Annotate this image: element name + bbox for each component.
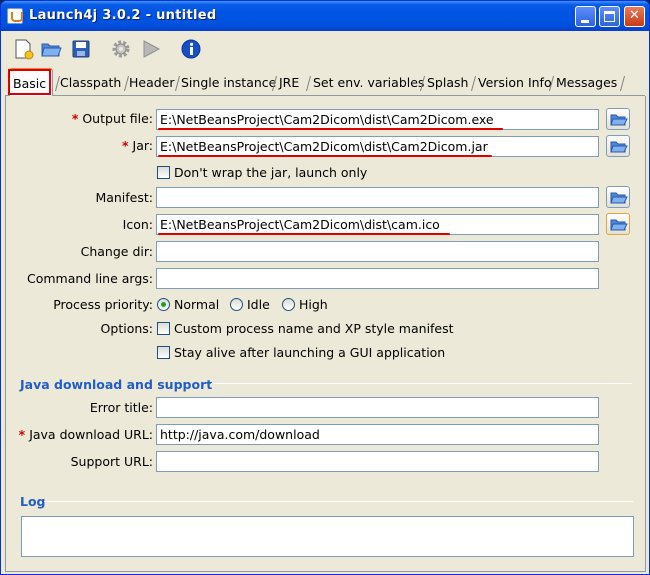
maximize-button[interactable] (599, 6, 620, 27)
settings-gear-icon (112, 40, 130, 58)
priority-normal-label: Normal (174, 297, 220, 312)
manifest-browse-button[interactable] (606, 186, 630, 208)
about-button[interactable] (180, 38, 202, 60)
open-folder-icon (610, 141, 628, 153)
manifest-input[interactable] (156, 187, 599, 208)
basic-panel: * Output file: E:\NetBeansProject\Cam2Di… (5, 96, 646, 572)
section-divider (211, 383, 632, 384)
open-config-button[interactable] (40, 38, 62, 60)
output-file-label: * Output file: (71, 111, 153, 126)
toolbar (1, 32, 649, 64)
manifest-label: Manifest: (95, 190, 153, 205)
test-wrapper-button[interactable] (140, 38, 162, 60)
section-divider (44, 501, 633, 502)
title-bar[interactable]: Launch4j 3.0.2 - untitled ✕ (1, 1, 649, 31)
tab-set-env-variables[interactable]: Set env. variables (310, 71, 427, 95)
tab-separator (619, 76, 626, 91)
change-dir-label: Change dir: (80, 244, 153, 259)
priority-idle-radio[interactable] (230, 298, 243, 311)
tab-splash[interactable]: Splash (424, 71, 471, 95)
tab-single-instance[interactable]: Single instance (178, 71, 279, 95)
highlight-box (8, 69, 51, 95)
open-folder-icon (610, 192, 628, 204)
log-section-title: Log (20, 494, 46, 509)
open-folder-icon (610, 219, 628, 231)
launch4j-window: Launch4j 3.0.2 - untitled ✕ Basic Classp… (0, 0, 650, 575)
close-button[interactable]: ✕ (624, 6, 645, 27)
options-label: Options: (100, 321, 153, 336)
priority-high-radio[interactable] (282, 298, 295, 311)
custom-process-label: Custom process name and XP style manifes… (174, 321, 454, 336)
save-icon (72, 40, 90, 58)
tab-jre[interactable]: JRE (276, 71, 302, 95)
tab-messages[interactable]: Messages (553, 71, 620, 95)
run-play-icon (143, 40, 161, 58)
priority-normal-radio[interactable] (157, 298, 170, 311)
stay-alive-label: Stay alive after launching a GUI applica… (174, 345, 446, 360)
stay-alive-checkbox[interactable] (157, 346, 170, 359)
new-file-icon (15, 39, 34, 60)
java-download-url-input[interactable]: http://java.com/download (156, 424, 599, 445)
cmd-args-label: Command line args: (27, 271, 153, 286)
output-file-browse-button[interactable] (606, 108, 630, 130)
tab-header[interactable]: Header (126, 71, 178, 95)
build-wrapper-button[interactable] (110, 38, 132, 60)
output-file-input[interactable]: E:\NetBeansProject\Cam2Dicom\dist\Cam2Di… (156, 109, 599, 130)
cmd-args-input[interactable] (156, 268, 599, 289)
minimize-button[interactable] (575, 6, 596, 27)
priority-idle-label: Idle (247, 297, 270, 312)
java-download-section-title: Java download and support (20, 377, 213, 392)
tab-classpath[interactable]: Classpath (57, 71, 124, 95)
red-underline (158, 233, 450, 235)
red-underline (158, 128, 503, 130)
support-url-label: Support URL: (70, 454, 153, 469)
open-folder-icon (41, 43, 62, 57)
icon-input[interactable]: E:\NetBeansProject\Cam2Dicom\dist\cam.ic… (156, 214, 599, 235)
jar-browse-button[interactable] (606, 135, 630, 157)
tab-strip: Basic Classpath Header Single instance J… (5, 68, 645, 97)
custom-process-checkbox[interactable] (157, 322, 170, 335)
minimize-icon (581, 20, 589, 23)
close-icon: ✕ (629, 8, 640, 23)
java-cup-icon (7, 8, 23, 24)
open-folder-icon (610, 114, 628, 126)
error-title-input[interactable] (156, 397, 599, 418)
tab-version-info[interactable]: Version Info (475, 71, 555, 95)
error-title-label: Error title: (89, 400, 153, 415)
jar-label: * Jar: (121, 138, 153, 153)
save-config-button[interactable] (70, 38, 92, 60)
priority-high-label: High (299, 297, 328, 312)
log-textarea[interactable] (21, 516, 634, 557)
dont-wrap-checkbox[interactable] (157, 166, 170, 179)
red-underline (158, 155, 492, 157)
support-url-input[interactable] (156, 451, 599, 472)
change-dir-input[interactable] (156, 241, 599, 262)
icon-browse-button[interactable] (606, 213, 630, 235)
new-config-button[interactable] (12, 38, 34, 60)
dont-wrap-label: Don't wrap the jar, launch only (174, 165, 368, 180)
window-title: Launch4j 3.0.2 - untitled (29, 8, 217, 23)
jar-input[interactable]: E:\NetBeansProject\Cam2Dicom\dist\Cam2Di… (156, 136, 599, 157)
priority-label: Process priority: (53, 297, 153, 312)
java-download-url-label: * Java download URL: (18, 427, 153, 442)
info-icon (181, 39, 201, 59)
icon-label: Icon: (122, 217, 153, 232)
maximize-icon (604, 11, 615, 22)
